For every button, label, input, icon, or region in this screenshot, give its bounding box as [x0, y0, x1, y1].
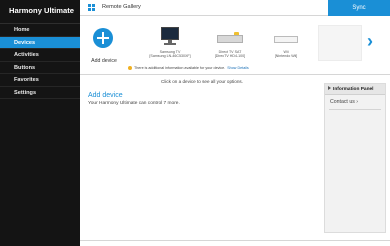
sidebar-item-settings[interactable]: Settings [0, 87, 80, 99]
device-tile-directv[interactable]: Direct TV SAT [DirecTV HD4-100] [204, 23, 256, 63]
app-title: Harmony Ultimate [0, 0, 80, 24]
show-details-link[interactable]: Show Details [227, 66, 249, 70]
sync-button[interactable]: Sync [328, 0, 390, 16]
divider [329, 109, 381, 110]
gallery-title: Remote Gallery [102, 4, 141, 10]
sidebar-item-home[interactable]: Home [0, 24, 80, 37]
capacity-text: Your Harmony Ultimate can control 7 more… [88, 101, 180, 106]
add-device-label: Add device [91, 58, 117, 64]
collapse-triangle-icon [328, 86, 331, 90]
gallery-grid-icon [88, 4, 96, 12]
device-hint: Click on a device to see all your option… [161, 79, 243, 84]
chevron-right-icon[interactable]: › [367, 31, 381, 51]
sidebar-item-activities[interactable]: Activities [0, 49, 80, 62]
information-panel: Information Panel Contact us › [324, 83, 386, 233]
warning-dot-icon [128, 66, 132, 70]
chevron-right-small-icon: › [356, 99, 358, 105]
info-panel-header[interactable]: Information Panel [325, 84, 385, 95]
notice-text: There is additional information availabl… [134, 66, 226, 70]
divider [80, 240, 390, 241]
device-tile-wii[interactable]: Wii [Nintendo Wii] [260, 23, 312, 63]
device-carousel: Add device Samsung TV [Samsung LN-46C530… [80, 17, 390, 75]
sidebar-item-devices[interactable]: Devices [0, 36, 80, 49]
add-device-link[interactable]: Add device [88, 92, 123, 99]
plus-circle-icon[interactable] [93, 28, 113, 48]
tv-icon [161, 27, 179, 40]
sidebar-item-favorites[interactable]: Favorites [0, 74, 80, 87]
add-device-tile[interactable]: Add device [84, 23, 124, 69]
info-panel-title: Information Panel [333, 87, 374, 92]
device-tile-samsung-tv[interactable]: Samsung TV [Samsung LN-46C530XF] [144, 23, 196, 63]
sidebar-item-buttons[interactable]: Buttons [0, 62, 80, 74]
device-model: [Samsung LN-46C530XF] [149, 54, 191, 59]
contact-us-link[interactable]: Contact us › [325, 95, 385, 105]
empty-device-slot [318, 25, 362, 61]
game-console-icon [274, 36, 298, 43]
sidebar: Harmony Ultimate Home Devices Activities… [0, 0, 80, 246]
top-bar: Remote Gallery Sync [80, 0, 390, 16]
device-notice: There is additional information availabl… [128, 66, 249, 70]
device-model: [DirecTV HD4-100] [214, 54, 246, 59]
set-top-box-icon [217, 35, 243, 43]
device-model: [Nintendo Wii] [274, 54, 298, 59]
